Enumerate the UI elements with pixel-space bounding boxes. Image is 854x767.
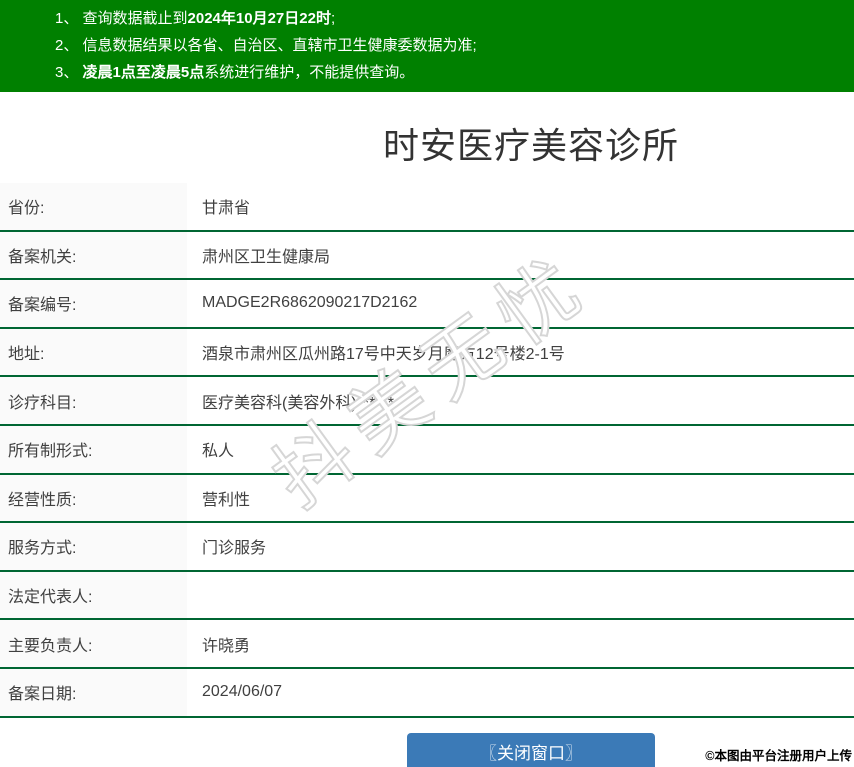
row-value: 酒泉市肃州区瓜州路17号中天岁月魔方12号楼2-1号 [187, 340, 854, 364]
notice-line-1-text: 1、 查询数据截止到 [55, 10, 188, 27]
row-value: 许晓勇 [187, 632, 854, 656]
row-label: 备案编号: [0, 280, 187, 327]
record-table: 省份: 甘肃省 备案机关: 肃州区卫生健康局 备案编号: MADGE2R6862… [0, 183, 854, 718]
notice-line-2: 2、 信息数据结果以各省、自治区、直辖市卫生健康委数据为准; [55, 32, 854, 59]
table-row-principal: 主要负责人: 许晓勇 [0, 620, 854, 669]
notice-line-3-text: 3、 [55, 64, 83, 81]
row-value: 甘肃省 [187, 194, 854, 218]
table-row-ownership-form: 所有制形式: 私人 [0, 426, 854, 475]
row-value: 私人 [187, 437, 854, 461]
row-value: 营利性 [187, 486, 854, 510]
row-label: 法定代表人: [0, 572, 187, 619]
row-label: 服务方式: [0, 523, 187, 570]
table-row-treatment-subjects: 诊疗科目: 医疗美容科(美容外科)****** [0, 377, 854, 426]
upload-attribution-note: ©本图由平台注册用户上传 [705, 745, 852, 764]
notice-line-3-tail: 系统进行维护，不能提供查询。 [204, 64, 414, 81]
row-label: 诊疗科目: [0, 377, 187, 424]
row-label: 地址: [0, 329, 187, 376]
row-label: 主要负责人: [0, 620, 187, 667]
table-row-filing-date: 备案日期: 2024/06/07 [0, 669, 854, 718]
notice-line-1-tail: ; [331, 10, 335, 27]
row-value: 门诊服务 [187, 534, 854, 558]
notice-banner: 1、 查询数据截止到2024年10月27日22时; 2、 信息数据结果以各省、自… [0, 0, 854, 92]
page-content: 1、 查询数据截止到2024年10月27日22时; 2、 信息数据结果以各省、自… [0, 0, 854, 767]
table-row-legal-representative: 法定代表人: [0, 572, 854, 621]
row-value: 肃州区卫生健康局 [187, 243, 854, 267]
notice-line-3: 3、 凌晨1点至凌晨5点系统进行维护，不能提供查询。 [55, 59, 854, 86]
table-row-business-nature: 经营性质: 营利性 [0, 475, 854, 524]
table-row-service-mode: 服务方式: 门诊服务 [0, 523, 854, 572]
row-label: 经营性质: [0, 475, 187, 522]
row-value: 2024/06/07 [187, 683, 854, 701]
table-row-province: 省份: 甘肃省 [0, 183, 854, 232]
table-row-address: 地址: 酒泉市肃州区瓜州路17号中天岁月魔方12号楼2-1号 [0, 329, 854, 378]
notice-line-2-text: 2、 信息数据结果以各省、自治区、直辖市卫生健康委数据为准; [55, 37, 477, 54]
table-row-filing-authority: 备案机关: 肃州区卫生健康局 [0, 232, 854, 281]
notice-line-3-bold: 凌晨1点至凌晨5点 [83, 64, 205, 81]
row-value: MADGE2R6862090217D2162 [187, 294, 854, 312]
page-title: 时安医疗美容诊所 [0, 126, 854, 166]
row-label: 备案机关: [0, 232, 187, 279]
table-row-filing-number: 备案编号: MADGE2R6862090217D2162 [0, 280, 854, 329]
notice-line-1: 1、 查询数据截止到2024年10月27日22时; [55, 5, 854, 32]
notice-line-1-bold: 2024年10月27日22时 [188, 10, 331, 27]
row-label: 备案日期: [0, 669, 187, 716]
row-label: 省份: [0, 183, 187, 230]
page-viewport: 1、 查询数据截止到2024年10月27日22时; 2、 信息数据结果以各省、自… [0, 0, 854, 767]
close-window-button[interactable]: 〖关闭窗口〗 [407, 733, 655, 767]
row-value: 医疗美容科(美容外科)****** [187, 389, 854, 413]
row-label: 所有制形式: [0, 426, 187, 473]
